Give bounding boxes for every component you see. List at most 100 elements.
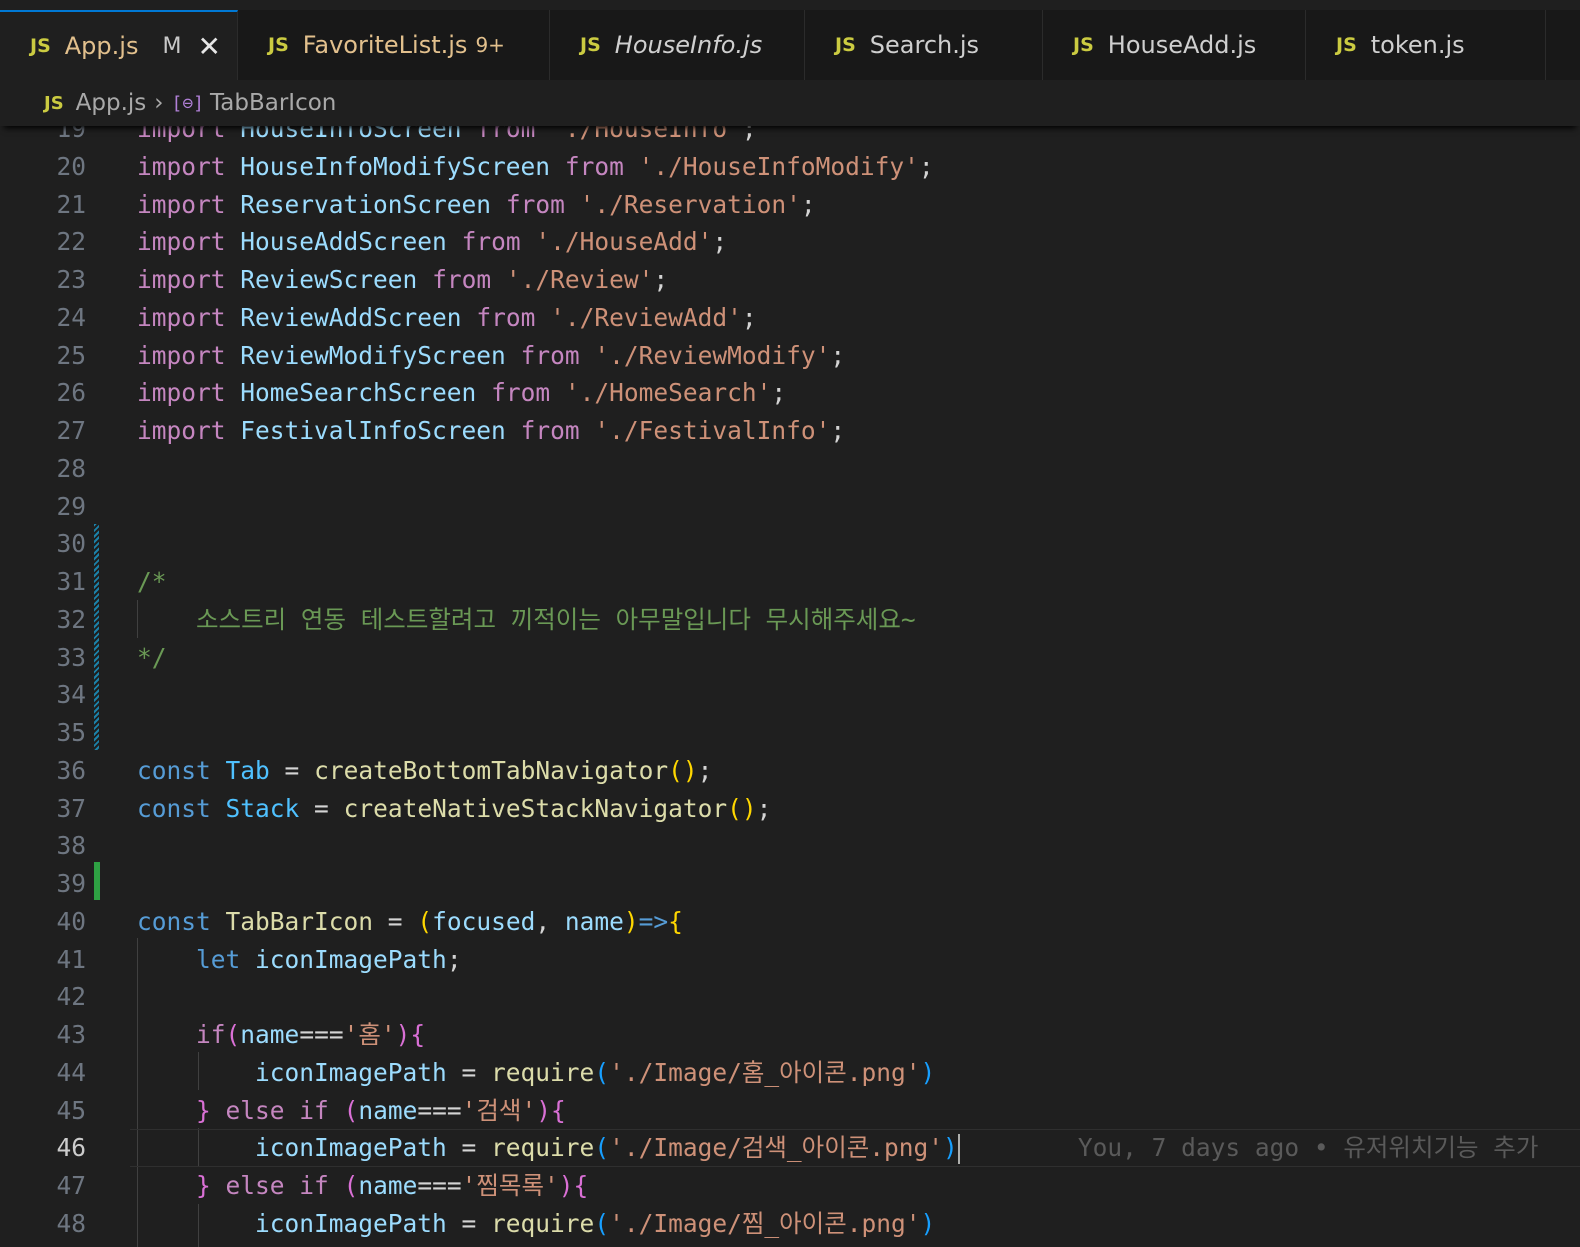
variable-symbol-icon: [⊖] bbox=[171, 92, 205, 114]
code-line[interactable]: 27 import FestivalInfoScreen from './Fest… bbox=[0, 412, 1580, 450]
code-token: HouseAddScreen bbox=[240, 227, 447, 257]
tab-token-js[interactable]: JS token.js bbox=[1306, 10, 1546, 80]
code-line[interactable]: 24 import ReviewAddScreen from './ReviewA… bbox=[0, 299, 1580, 337]
line-number: 31 bbox=[56, 567, 86, 596]
code-token: iconImagePath bbox=[255, 1133, 447, 1163]
code-line[interactable]: 39 bbox=[0, 865, 1580, 903]
code-line[interactable]: 19 import HouseInfoScreen from './HouseIn… bbox=[0, 126, 1580, 148]
breadcrumb-symbol[interactable]: TabBarIcon bbox=[210, 90, 336, 116]
code-token: import bbox=[137, 416, 226, 445]
code-token: focused bbox=[432, 906, 536, 936]
code-token: ( bbox=[594, 1133, 610, 1163]
code-line[interactable]: 22 import HouseAddScreen from './HouseAdd… bbox=[0, 223, 1580, 261]
code-token: === bbox=[299, 1020, 344, 1049]
code-token: { bbox=[573, 1171, 589, 1200]
code-token: ; bbox=[653, 265, 669, 294]
tab-app-js[interactable]: JS App.js M ✕ bbox=[0, 10, 238, 80]
code-line[interactable]: 42 bbox=[0, 978, 1580, 1016]
code-token: ) bbox=[920, 1208, 936, 1238]
code-line[interactable]: 43 if(name==='홈'){ bbox=[0, 1016, 1580, 1054]
code-line[interactable]: 26 import HomeSearchScreen from './HomeSe… bbox=[0, 374, 1580, 412]
tab-search-js[interactable]: JS Search.js bbox=[805, 10, 1043, 80]
tab-favoritelist-js[interactable]: JS FavoriteList.js 9+ bbox=[238, 10, 550, 80]
code-token: require bbox=[491, 1057, 595, 1087]
code-line[interactable]: 46 iconImagePath = require('./Image/검색_아… bbox=[0, 1129, 1580, 1168]
line-number: 34 bbox=[56, 680, 86, 710]
line-code: } else if (name==='검색'){ bbox=[137, 1092, 566, 1130]
line-code: */ bbox=[137, 639, 167, 677]
code-line[interactable]: 32 소스트리 연동 테스트할려고 끼적이는 아무말입니다 무시해주세요~ bbox=[0, 601, 1580, 639]
code-line[interactable]: 45 } else if (name==='검색'){ bbox=[0, 1092, 1580, 1130]
code-line[interactable]: 25 import ReviewModifyScreen from './Revi… bbox=[0, 337, 1580, 375]
editor-tab-bar: JS App.js M ✕ JS FavoriteList.js 9+ JS H… bbox=[0, 10, 1580, 81]
code-line[interactable]: 44 iconImagePath = require('./Image/홈_아이… bbox=[0, 1054, 1580, 1092]
close-icon[interactable]: ✕ bbox=[197, 30, 220, 63]
code-token: = bbox=[446, 1133, 492, 1163]
code-token: ReviewModifyScreen bbox=[240, 340, 506, 370]
code-line[interactable]: 47 } else if (name==='찜목록'){ bbox=[0, 1167, 1580, 1205]
tab-houseinfo-js[interactable]: JS HouseInfo.js bbox=[550, 10, 805, 80]
code-token: import bbox=[137, 265, 226, 294]
code-token: import bbox=[137, 378, 226, 408]
code-line[interactable]: 31 /* bbox=[0, 563, 1580, 601]
code-line[interactable]: 36 const Tab = createBottomTabNavigator()… bbox=[0, 752, 1580, 790]
code-token: ( bbox=[225, 1020, 241, 1049]
code-token: } bbox=[196, 1095, 211, 1125]
tab-label: App.js bbox=[64, 32, 139, 60]
line-code: let iconImagePath; bbox=[137, 941, 462, 979]
tab-houseadd-js[interactable]: JS HouseAdd.js bbox=[1043, 10, 1306, 80]
code-token: import bbox=[137, 340, 226, 370]
code-line[interactable]: 33 */ bbox=[0, 639, 1580, 677]
code-token: from bbox=[520, 416, 580, 445]
line-code: import FestivalInfoScreen from './Festiv… bbox=[137, 412, 845, 450]
code-line[interactable]: 38 bbox=[0, 827, 1580, 865]
line-code: const TabBarIcon = (focused, name)=>{ bbox=[137, 903, 683, 941]
text-cursor bbox=[957, 1134, 960, 1165]
code-token: from bbox=[505, 189, 565, 219]
code-line[interactable]: 35 bbox=[0, 714, 1580, 752]
code-editor[interactable]: 19 import HouseInfoScreen from './HouseIn… bbox=[0, 126, 1580, 1247]
code-token: require bbox=[491, 1133, 595, 1163]
code-token: '홈' bbox=[343, 1020, 396, 1049]
code-line[interactable]: 23 import ReviewScreen from './Review'; bbox=[0, 261, 1580, 299]
code-line[interactable]: 41 let iconImagePath; bbox=[0, 941, 1580, 979]
code-line[interactable]: 34 bbox=[0, 676, 1580, 714]
breadcrumb-file[interactable]: App.js bbox=[76, 90, 147, 116]
line-number: 30 bbox=[56, 529, 86, 559]
code-line[interactable]: 40 const TabBarIcon = (focused, name)=>{ bbox=[0, 903, 1580, 941]
code-token: '검색' bbox=[461, 1095, 537, 1125]
code-token: => bbox=[638, 906, 669, 936]
code-line[interactable]: 48 iconImagePath = require('./Image/찜_아이… bbox=[0, 1205, 1580, 1243]
code-line[interactable]: 37 const Stack = createNativeStackNavigat… bbox=[0, 790, 1580, 828]
line-code: 소스트리 연동 테스트할려고 끼적이는 아무말입니다 무시해주세요~ bbox=[137, 601, 916, 639]
line-number: 27 bbox=[56, 416, 86, 445]
code-token: './Image/검색_아이콘.png' bbox=[609, 1133, 944, 1163]
line-number: 26 bbox=[56, 378, 86, 408]
code-line[interactable]: 30 bbox=[0, 525, 1580, 563]
line-number: 44 bbox=[56, 1057, 86, 1087]
code-line[interactable]: 28 bbox=[0, 450, 1580, 488]
javascript-file-icon: JS bbox=[580, 34, 601, 56]
code-line[interactable]: 20 import HouseInfoModifyScreen from './H… bbox=[0, 148, 1580, 186]
code-line[interactable]: 29 bbox=[0, 488, 1580, 526]
code-token: ; bbox=[446, 944, 462, 974]
code-line[interactable]: 21 import ReservationScreen from './Reser… bbox=[0, 186, 1580, 224]
code-token: () bbox=[727, 793, 757, 823]
code-token: ( bbox=[343, 1095, 359, 1125]
